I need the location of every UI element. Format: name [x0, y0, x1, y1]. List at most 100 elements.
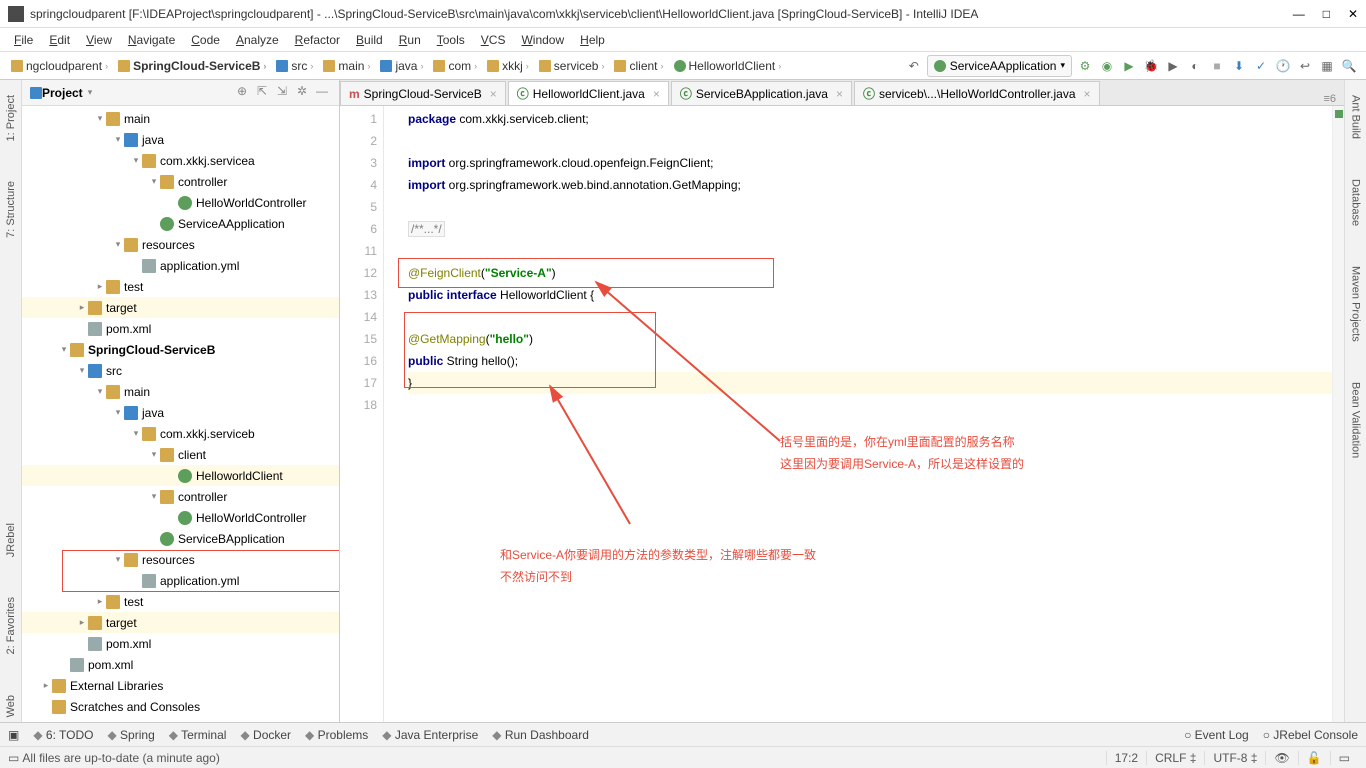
- menu-window[interactable]: Window: [515, 31, 570, 49]
- code-line[interactable]: [408, 130, 1332, 152]
- tree-item[interactable]: Scratches and Consoles: [22, 696, 339, 717]
- tree-item[interactable]: ▾controller: [22, 171, 339, 192]
- bottom-tool[interactable]: ◆ Problems: [305, 728, 368, 742]
- tabs-more[interactable]: ≡6: [1315, 93, 1344, 105]
- close-icon[interactable]: ×: [653, 87, 660, 101]
- menu-analyze[interactable]: Analyze: [230, 31, 285, 49]
- breadcrumb-item[interactable]: SpringCloud-ServiceB›: [113, 57, 271, 75]
- profile-icon[interactable]: ◐: [1184, 55, 1206, 77]
- code-line[interactable]: /**...*/: [408, 218, 1332, 240]
- bottom-tool[interactable]: ◆ Terminal: [169, 728, 227, 742]
- gear-icon[interactable]: ✲: [293, 84, 311, 102]
- code-line[interactable]: [408, 196, 1332, 218]
- menu-code[interactable]: Code: [185, 31, 226, 49]
- search-icon[interactable]: 🔍: [1338, 55, 1360, 77]
- menu-file[interactable]: File: [8, 31, 39, 49]
- tree-item[interactable]: ▾main: [22, 108, 339, 129]
- menu-edit[interactable]: Edit: [43, 31, 76, 49]
- bottom-tool[interactable]: ◆ 6: TODO: [33, 728, 93, 742]
- tab-jrebel[interactable]: JRebel: [5, 518, 17, 562]
- code-editor[interactable]: package com.xkkj.serviceb.client; import …: [400, 106, 1332, 722]
- tree-item[interactable]: ▾java: [22, 402, 339, 423]
- lock-icon[interactable]: 🔓: [1298, 751, 1330, 765]
- tab-maven[interactable]: Maven Projects: [1350, 261, 1362, 347]
- back-icon[interactable]: ↶: [903, 55, 925, 77]
- menu-navigate[interactable]: Navigate: [122, 31, 181, 49]
- maximize-button[interactable]: □: [1323, 7, 1330, 21]
- caret-position[interactable]: 17:2: [1106, 751, 1146, 765]
- menu-build[interactable]: Build: [350, 31, 389, 49]
- minimize-button[interactable]: —: [1293, 7, 1305, 21]
- chevron-down-icon[interactable]: ▾: [88, 87, 93, 98]
- tree-item[interactable]: ServiceAApplication: [22, 213, 339, 234]
- tool-window-toggle[interactable]: ▣: [8, 728, 19, 742]
- run-icon[interactable]: ▶: [1118, 55, 1140, 77]
- code-line[interactable]: import org.springframework.web.bind.anno…: [408, 174, 1332, 196]
- tab-bean[interactable]: Bean Validation: [1350, 377, 1362, 463]
- tab-structure[interactable]: 7: Structure: [5, 176, 17, 243]
- bottom-tool[interactable]: ◆ Docker: [240, 728, 291, 742]
- build-icon[interactable]: ⚙: [1074, 55, 1096, 77]
- tree-item[interactable]: ▸target: [22, 297, 339, 318]
- tree-item[interactable]: ▾src: [22, 360, 339, 381]
- code-line[interactable]: package com.xkkj.serviceb.client;: [408, 108, 1332, 130]
- editor-tab[interactable]: ⓒServiceBApplication.java×: [671, 81, 852, 105]
- menu-tools[interactable]: Tools: [431, 31, 471, 49]
- tree-item[interactable]: ▾client: [22, 444, 339, 465]
- vcs-commit-icon[interactable]: ✓: [1250, 55, 1272, 77]
- tab-database[interactable]: Database: [1350, 174, 1362, 231]
- bottom-tool[interactable]: ◆ Run Dashboard: [492, 728, 589, 742]
- tab-ant[interactable]: Ant Build: [1350, 90, 1362, 144]
- tree-item[interactable]: ▸target: [22, 612, 339, 633]
- tree-item[interactable]: HelloWorldController: [22, 192, 339, 213]
- tree-item[interactable]: HelloworldClient: [22, 465, 339, 486]
- breadcrumb-item[interactable]: serviceb›: [534, 57, 610, 75]
- tree-item[interactable]: ▾java: [22, 129, 339, 150]
- tab-web[interactable]: Web: [5, 690, 17, 722]
- memory-icon[interactable]: ▭: [1330, 751, 1358, 765]
- code-line[interactable]: [408, 394, 1332, 416]
- menu-vcs[interactable]: VCS: [475, 31, 512, 49]
- tree-item[interactable]: HelloWorldController: [22, 507, 339, 528]
- code-line[interactable]: import org.springframework.cloud.openfei…: [408, 152, 1332, 174]
- vcs-revert-icon[interactable]: ↩: [1294, 55, 1316, 77]
- editor-tab[interactable]: mSpringCloud-ServiceB×: [340, 81, 506, 105]
- breadcrumb-item[interactable]: HelloworldClient›: [669, 57, 787, 75]
- tree-item[interactable]: pom.xml: [22, 318, 339, 339]
- breadcrumb-item[interactable]: main›: [318, 57, 375, 75]
- expand-icon[interactable]: ⇲: [273, 84, 291, 102]
- collapse-icon[interactable]: ⇱: [253, 84, 271, 102]
- tree-item[interactable]: ▾resources: [22, 234, 339, 255]
- encoding[interactable]: UTF-8 ‡: [1204, 751, 1265, 765]
- tree-item[interactable]: ▾main: [22, 381, 339, 402]
- tree-item[interactable]: ▾controller: [22, 486, 339, 507]
- coverage-icon[interactable]: ▶: [1162, 55, 1184, 77]
- close-icon[interactable]: ×: [490, 87, 497, 101]
- breadcrumb-item[interactable]: ngcloudparent›: [6, 57, 113, 75]
- tree-item[interactable]: ▸test: [22, 591, 339, 612]
- menu-refactor[interactable]: Refactor: [289, 31, 346, 49]
- breadcrumb-item[interactable]: com›: [428, 57, 482, 75]
- tree-item[interactable]: pom.xml: [22, 654, 339, 675]
- tree-item[interactable]: ▾SpringCloud-ServiceB: [22, 339, 339, 360]
- project-tree[interactable]: ▾main▾java▾com.xkkj.servicea▾controllerH…: [22, 106, 339, 722]
- inspector-icon[interactable]: 👁: [1265, 751, 1297, 765]
- close-button[interactable]: ✕: [1348, 7, 1358, 21]
- tree-item[interactable]: ▾com.xkkj.servicea: [22, 150, 339, 171]
- tree-item[interactable]: ▾resources: [22, 549, 339, 570]
- tree-item[interactable]: ServiceBApplication: [22, 528, 339, 549]
- bottom-tool[interactable]: ◆ Java Enterprise: [382, 728, 478, 742]
- tree-item[interactable]: ▸External Libraries: [22, 675, 339, 696]
- menu-help[interactable]: Help: [574, 31, 611, 49]
- vcs-update-icon[interactable]: ⬇: [1228, 55, 1250, 77]
- bottom-tool[interactable]: ○ JRebel Console: [1263, 728, 1358, 742]
- tab-favorites[interactable]: 2: Favorites: [5, 592, 17, 659]
- hide-icon[interactable]: —: [313, 84, 331, 102]
- scroll-from-source-icon[interactable]: ⊕: [233, 84, 251, 102]
- tree-item[interactable]: application.yml: [22, 570, 339, 591]
- tree-item[interactable]: pom.xml: [22, 633, 339, 654]
- close-icon[interactable]: ×: [836, 87, 843, 101]
- run-config-selector[interactable]: ServiceAApplication ▾: [927, 55, 1072, 77]
- bottom-tool[interactable]: ◆ Spring: [107, 728, 154, 742]
- editor-tab[interactable]: ⓒserviceb\...\HelloWorldController.java×: [854, 81, 1100, 105]
